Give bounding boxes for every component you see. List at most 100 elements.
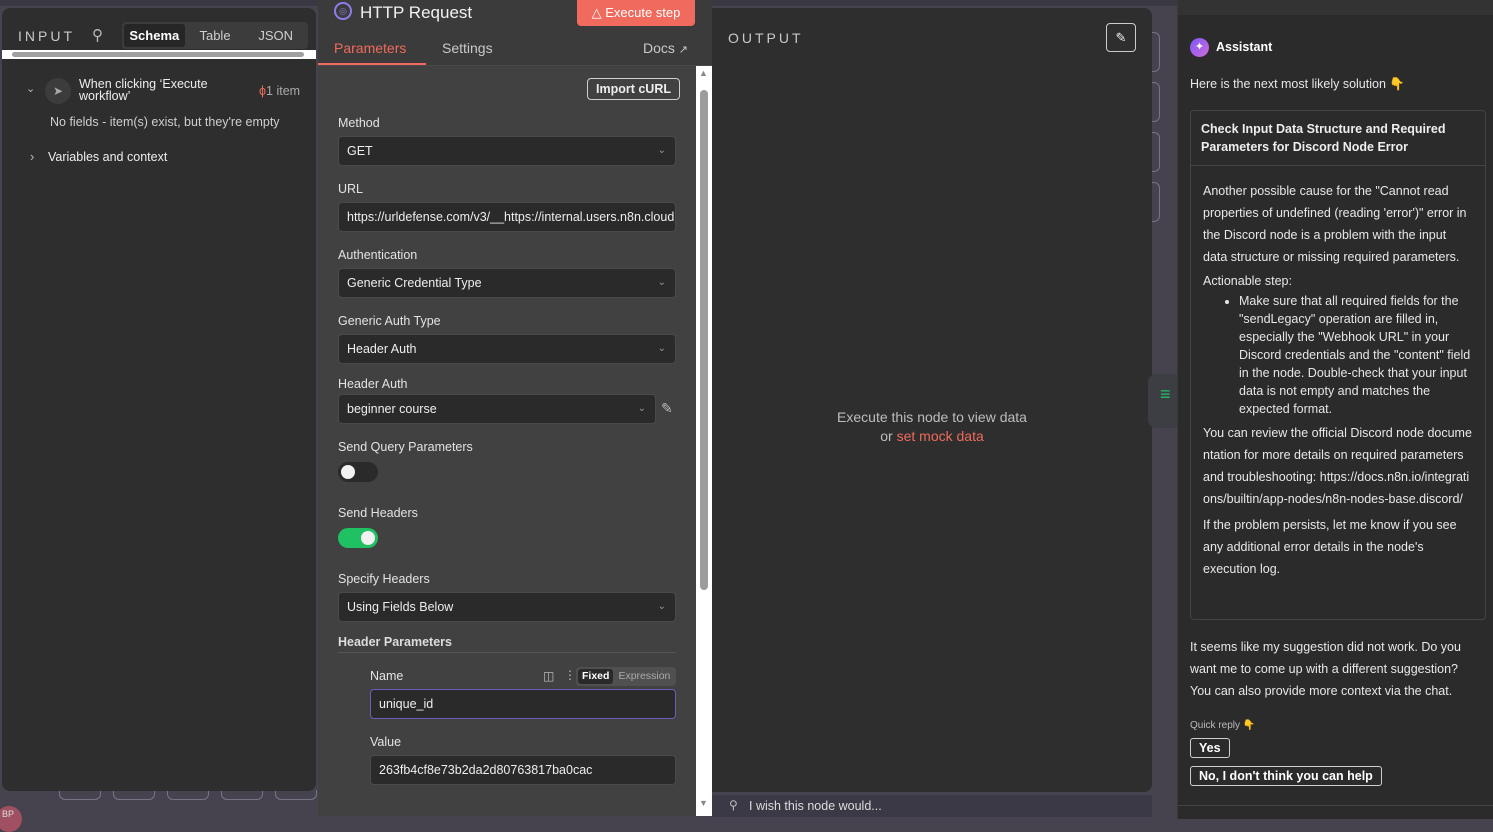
- pencil-icon[interactable]: ✎: [661, 400, 673, 417]
- url-label: URL: [338, 182, 364, 196]
- feedback-prompt: I wish this node would...: [749, 799, 882, 813]
- solution-paragraph: Another possible cause for the "Cannot r…: [1203, 184, 1467, 264]
- external-link-icon: ↗: [678, 44, 689, 56]
- send-query-parameters-label: Send Query Parameters: [338, 440, 473, 454]
- feedback-bar[interactable]: ⚲ I wish this node would...: [712, 795, 1152, 817]
- panel-toggle-icon[interactable]: ◫: [543, 669, 554, 683]
- header-value-input[interactable]: 263fb4cf8e73b2da2d80763817ba0cac: [370, 755, 676, 785]
- node-title[interactable]: HTTP Request: [360, 3, 472, 23]
- chevron-down-icon[interactable]: ⌄: [26, 82, 35, 95]
- horizontal-scrollbar[interactable]: [2, 50, 316, 59]
- pencil-icon: ✎: [1115, 30, 1127, 45]
- divider: [338, 652, 676, 653]
- specify-headers-select[interactable]: Using Fields Below ⌄: [338, 592, 676, 622]
- canvas-node-ghost: [1152, 82, 1160, 122]
- followup-message: It seems like my suggestion did not work…: [1190, 640, 1461, 698]
- canvas-node-ghost: [167, 790, 209, 800]
- header-name-input[interactable]: unique_id: [370, 689, 676, 719]
- chevron-down-icon: ⌄: [657, 145, 666, 156]
- canvas-node-icon[interactable]: ≡: [1148, 374, 1178, 428]
- chevron-down-icon: ⌄: [657, 343, 666, 354]
- actionable-step-label: Actionable step:: [1203, 274, 1292, 288]
- expression-option[interactable]: Expression: [613, 669, 675, 684]
- docs-link[interactable]: Docs ↗: [643, 40, 688, 56]
- output-title: OUTPUT: [728, 30, 804, 46]
- assistant-panel: ✦ Assistant Here is the next most likely…: [1177, 0, 1493, 819]
- value-label: Value: [370, 735, 402, 749]
- authentication-value: Generic Credential Type: [347, 276, 482, 290]
- method-select[interactable]: GET ⌄: [338, 136, 676, 166]
- docs-paragraph: You can review the official Discord node…: [1203, 426, 1472, 506]
- canvas-node-ghost: [1152, 32, 1160, 72]
- trigger-node-name: When clicking ‘Execute workflow’: [79, 77, 208, 103]
- fixed-option[interactable]: Fixed: [578, 669, 614, 684]
- method-value: GET: [347, 144, 373, 158]
- specify-headers-value: Using Fields Below: [347, 600, 454, 614]
- send-query-parameters-toggle[interactable]: [338, 462, 378, 482]
- assistant-intro: Here is the next most likely solution 👇: [1190, 77, 1405, 91]
- chevron-right-icon[interactable]: ›: [30, 149, 34, 164]
- name-label: Name: [370, 669, 404, 683]
- divider: [1178, 805, 1493, 806]
- scroll-up-icon[interactable]: ▲: [699, 68, 708, 78]
- active-tab-indicator: [318, 63, 426, 65]
- quick-reply-yes[interactable]: Yes: [1190, 738, 1230, 758]
- chevron-down-icon: ⌄: [637, 403, 646, 414]
- tab-json[interactable]: JSON: [245, 24, 306, 47]
- scroll-down-icon[interactable]: ▼: [699, 798, 708, 808]
- assistant-sparkle-icon: ✦: [1190, 38, 1209, 57]
- or-text: or: [880, 428, 893, 444]
- canvas-node-ghost: [221, 790, 263, 800]
- variables-and-context[interactable]: Variables and context: [48, 150, 167, 164]
- send-headers-label: Send Headers: [338, 506, 418, 520]
- execute-step-button[interactable]: △ Execute step: [577, 0, 695, 26]
- authentication-select[interactable]: Generic Credential Type ⌄: [338, 268, 676, 298]
- canvas-node-ghost: [59, 790, 101, 800]
- chevron-down-icon: ⌄: [657, 277, 666, 288]
- set-mock-data-link[interactable]: set mock data: [897, 428, 984, 444]
- chevron-down-icon: ⌄: [657, 601, 666, 612]
- assistant-title: Assistant: [1216, 40, 1273, 54]
- generic-auth-type-value: Header Auth: [347, 342, 417, 356]
- tab-settings[interactable]: Settings: [442, 40, 493, 56]
- canvas-node-ghost: [275, 790, 317, 800]
- tab-table[interactable]: Table: [185, 24, 246, 47]
- item-count: ϕ1 item: [259, 84, 300, 98]
- header-parameters-heading: Header Parameters: [338, 635, 452, 649]
- vertical-scrollbar[interactable]: ▲ ▼: [696, 66, 712, 816]
- solution-title: Check Input Data Structure and Required …: [1191, 111, 1485, 166]
- edit-output-button[interactable]: ✎: [1106, 23, 1136, 52]
- canvas-node-ghost: [113, 790, 155, 800]
- method-label: Method: [338, 116, 380, 130]
- flask-icon: △: [591, 5, 606, 20]
- empty-fields-message: No fields - item(s) exist, but they're e…: [50, 115, 280, 129]
- cursor-icon: ➤: [45, 78, 71, 104]
- send-headers-toggle[interactable]: [338, 528, 378, 548]
- quick-reply-label: Quick reply 👇: [1190, 720, 1256, 731]
- specify-headers-label: Specify Headers: [338, 572, 430, 586]
- more-options-icon[interactable]: ⋮: [564, 668, 576, 682]
- execute-step-label: Execute step: [605, 5, 681, 20]
- output-panel: [712, 8, 1152, 792]
- input-title: INPUT: [18, 28, 75, 44]
- canvas-node-ghost: [1152, 182, 1160, 222]
- import-curl-button[interactable]: Import cURL: [587, 78, 680, 100]
- persist-paragraph: If the problem persists, let me know if …: [1203, 518, 1457, 576]
- search-icon[interactable]: ⚲: [92, 26, 103, 44]
- generic-auth-type-label: Generic Auth Type: [338, 314, 441, 328]
- tab-schema[interactable]: Schema: [124, 24, 185, 47]
- quick-reply-no[interactable]: No, I don't think you can help: [1190, 766, 1382, 786]
- authentication-label: Authentication: [338, 248, 418, 262]
- header-auth-value: beginner course: [347, 402, 437, 416]
- canvas-node-ghost: [1152, 132, 1160, 172]
- generic-auth-type-select[interactable]: Header Auth ⌄: [338, 334, 676, 364]
- lightbulb-icon: ⚲: [729, 798, 738, 812]
- tab-parameters[interactable]: Parameters: [334, 40, 406, 56]
- fixed-expression-toggle: Fixed Expression: [576, 667, 676, 686]
- user-avatar[interactable]: BP: [0, 806, 22, 832]
- output-empty-message: Execute this node to view data: [837, 409, 1027, 425]
- url-input[interactable]: https://urldefense.com/v3/__https://inte…: [338, 202, 676, 232]
- globe-icon: ◎: [334, 2, 352, 20]
- docs-label: Docs: [643, 40, 675, 56]
- header-auth-select[interactable]: beginner course ⌄: [338, 394, 656, 424]
